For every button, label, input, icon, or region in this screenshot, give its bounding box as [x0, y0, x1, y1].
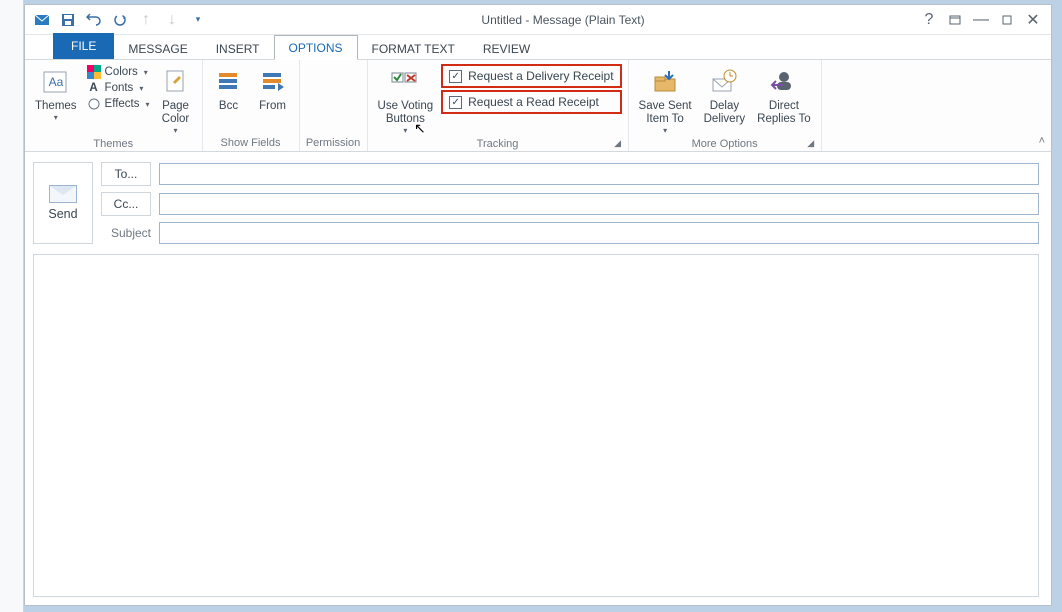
direct-replies-to-button[interactable]: Direct Replies To — [753, 64, 815, 128]
to-button[interactable]: To... — [101, 162, 151, 186]
message-window: ↑ ↓ ▾ Untitled - Message (Plain Text) ? … — [24, 4, 1052, 606]
page-color-button[interactable]: Page Color ▾ — [156, 64, 196, 138]
ribbon-options: Aa Themes ▾ Colors AFonts Effects Page C… — [25, 60, 1051, 152]
more-options-launcher-icon[interactable]: ◢ — [805, 137, 817, 149]
tab-format-text[interactable]: FORMAT TEXT — [358, 37, 469, 60]
next-item-icon: ↓ — [161, 9, 183, 31]
request-read-receipt[interactable]: ✓ Request a Read Receipt — [441, 90, 621, 114]
help-icon[interactable]: ? — [917, 10, 941, 30]
fonts-button[interactable]: AFonts — [85, 81, 152, 95]
subject-label: Subject — [101, 226, 151, 240]
close-icon[interactable]: ✕ — [1021, 10, 1045, 30]
titlebar: ↑ ↓ ▾ Untitled - Message (Plain Text) ? … — [25, 5, 1051, 35]
window-controls: ? — ✕ — [917, 10, 1045, 30]
group-tracking: Use Voting Buttons ▾ ✓ Request a Deliver… — [368, 60, 629, 151]
tab-insert[interactable]: INSERT — [202, 37, 274, 60]
group-themes: Aa Themes ▾ Colors AFonts Effects Page C… — [25, 60, 203, 151]
page-color-icon — [163, 66, 189, 98]
save-sent-item-to-button[interactable]: Save Sent Item To ▾ — [635, 64, 696, 138]
to-input[interactable] — [159, 163, 1039, 185]
effects-button[interactable]: Effects — [85, 96, 152, 112]
message-body[interactable] — [33, 254, 1039, 597]
send-button[interactable]: Send — [33, 162, 93, 244]
group-permission: Permission — [300, 60, 368, 151]
ribbon-display-icon[interactable] — [943, 10, 967, 30]
redo-icon[interactable] — [109, 9, 131, 31]
save-icon[interactable] — [57, 9, 79, 31]
from-button[interactable]: From — [253, 64, 293, 115]
themes-button[interactable]: Aa Themes ▾ — [31, 64, 81, 124]
tab-options[interactable]: OPTIONS — [274, 35, 358, 60]
cc-input[interactable] — [159, 193, 1039, 215]
request-delivery-receipt[interactable]: ✓ Request a Delivery Receipt — [441, 64, 621, 88]
delay-delivery-icon — [710, 66, 738, 98]
group-show-fields: Bcc From Show Fields — [203, 60, 300, 151]
subject-input[interactable] — [159, 222, 1039, 244]
svg-text:Aa: Aa — [48, 75, 63, 89]
group-more-options: Save Sent Item To ▾ Delay Delivery Direc… — [629, 60, 822, 151]
themes-icon: Aa — [42, 66, 70, 98]
prev-item-icon: ↑ — [135, 9, 157, 31]
delay-delivery-button[interactable]: Delay Delivery — [700, 64, 750, 128]
qat-customize-icon[interactable]: ▾ — [187, 9, 209, 31]
cc-button[interactable]: Cc... — [101, 192, 151, 216]
colors-button[interactable]: Colors — [85, 64, 152, 80]
from-icon — [260, 66, 286, 98]
tab-review[interactable]: REVIEW — [469, 37, 544, 60]
bcc-icon — [216, 66, 242, 98]
envelope-icon — [49, 185, 77, 203]
direct-replies-icon — [770, 66, 798, 98]
delivery-receipt-checkbox-icon: ✓ — [449, 70, 462, 83]
tracking-launcher-icon[interactable]: ◢ — [612, 137, 624, 149]
ribbon-tabs: FILE MESSAGE INSERT OPTIONS FORMAT TEXT … — [25, 35, 1051, 60]
read-receipt-checkbox-icon: ✓ — [449, 96, 462, 109]
app-icon[interactable] — [31, 9, 53, 31]
window-title: Untitled - Message (Plain Text) — [209, 13, 917, 27]
tab-message[interactable]: MESSAGE — [114, 37, 201, 60]
undo-icon[interactable] — [83, 9, 105, 31]
use-voting-buttons[interactable]: Use Voting Buttons ▾ — [374, 64, 438, 138]
compose-area: Send To... Cc... Subject — [25, 152, 1051, 605]
background-app-sliver — [0, 0, 24, 612]
tab-file[interactable]: FILE — [53, 33, 114, 59]
save-sent-icon — [651, 66, 679, 98]
maximize-icon[interactable] — [995, 10, 1019, 30]
quick-access-toolbar: ↑ ↓ ▾ — [31, 9, 209, 31]
minimize-icon[interactable]: — — [969, 10, 993, 30]
themes-mini-stack: Colors AFonts Effects — [85, 64, 152, 112]
bcc-button[interactable]: Bcc — [209, 64, 249, 115]
voting-icon — [390, 66, 420, 98]
collapse-ribbon-icon[interactable]: ˄ — [1039, 135, 1045, 147]
